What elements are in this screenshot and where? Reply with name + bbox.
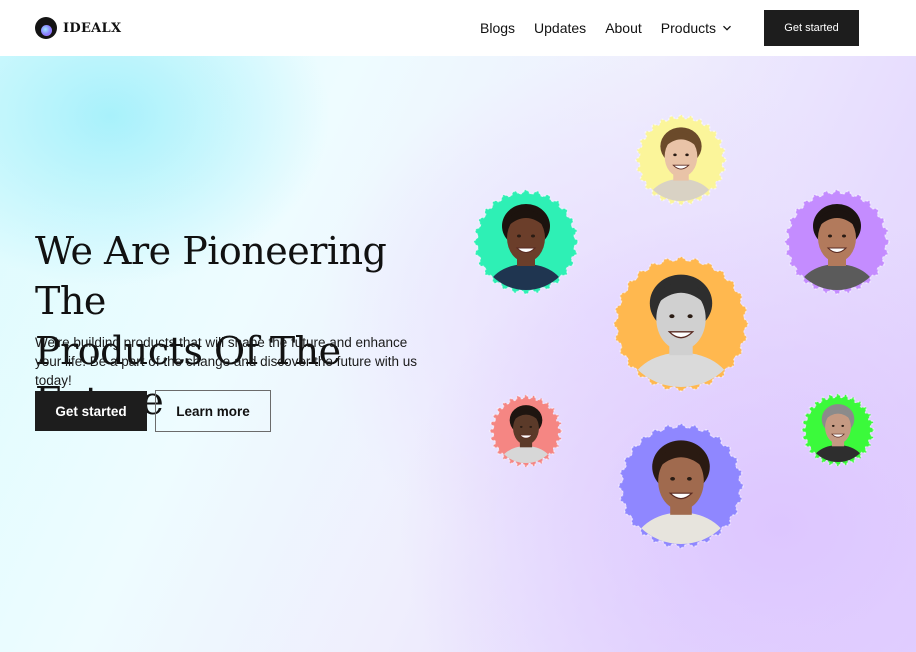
avatar-laughing-woman-purple [781, 186, 893, 298]
hero-get-started-button[interactable]: Get started [35, 391, 147, 431]
header-get-started-button[interactable]: Get started [764, 10, 859, 46]
logo-icon [35, 17, 57, 39]
portrait-graphic [617, 422, 745, 550]
portrait-graphic [612, 255, 750, 393]
hero-subtext: We're building products that will shape … [35, 335, 417, 388]
nav-products-dropdown[interactable]: Products [661, 20, 732, 36]
portrait-graphic [472, 188, 580, 296]
hero-headline-line-1: We Are Pioneering The [35, 229, 387, 323]
avatar-man-green [798, 390, 878, 470]
portrait-graphic [634, 113, 728, 207]
brand-logo[interactable]: IDEALX [35, 17, 121, 39]
logo-text: IDEALX [63, 20, 122, 36]
hero-section: We Are Pioneering The Products Of The Fu… [0, 56, 916, 652]
chevron-down-icon [723, 25, 731, 31]
avatar-laughing-woman-blue [615, 420, 747, 552]
avatar-smiling-woman-teal [470, 186, 582, 298]
nav-about-link[interactable]: About [605, 20, 642, 36]
hero-learn-more-button[interactable]: Learn more [155, 390, 271, 432]
nav-products-label: Products [660, 20, 717, 36]
nav-blogs-link[interactable]: Blogs [480, 20, 515, 36]
portrait-graphic [488, 393, 564, 469]
site-header: IDEALX Blogs Updates About Products Get … [0, 0, 916, 56]
avatar-curly-hair-man [632, 111, 730, 209]
portrait-graphic [800, 392, 876, 468]
avatar-bearded-man-coral [486, 391, 566, 471]
main-nav: Blogs Updates About Products [480, 20, 732, 36]
portrait-graphic [783, 188, 891, 296]
avatar-man-orange [610, 253, 752, 395]
nav-updates-link[interactable]: Updates [534, 20, 586, 36]
